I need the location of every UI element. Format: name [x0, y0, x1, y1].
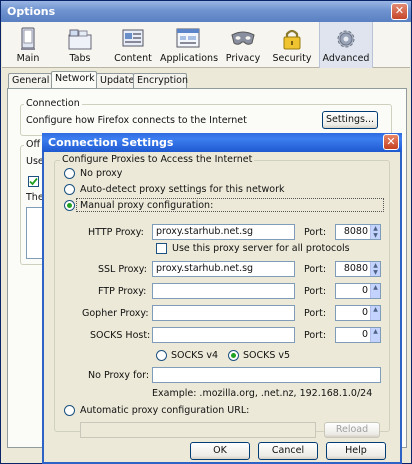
reload-button[interactable]: Reload [324, 422, 380, 438]
window-title: Options [7, 5, 56, 18]
toolbar-security[interactable]: Security [269, 22, 315, 68]
dialog-title: Connection Settings [48, 136, 174, 149]
socks-host-label: SOCKS Host: [90, 330, 151, 341]
auto-config-radio[interactable] [64, 405, 75, 416]
ssl-port-input[interactable]: 8080 ▲ ▼ [335, 261, 381, 277]
use-for-all-label[interactable]: Use this proxy server for all protocols [172, 243, 350, 254]
help-button[interactable]: Help [326, 442, 386, 460]
cancel-button[interactable]: Cancel [258, 442, 318, 460]
subtab-network[interactable]: Network [51, 71, 97, 88]
socks-port-input[interactable]: 0 ▲ [335, 327, 381, 343]
ssl-port-spinner[interactable]: ▲ ▼ [370, 262, 380, 276]
auto-config-url-input[interactable] [80, 422, 316, 438]
dialog-close-button[interactable]: ✕ [383, 134, 399, 150]
proxy-group-title: Configure Proxies to Access the Internet [60, 154, 255, 165]
use-for-all-checkbox[interactable] [156, 243, 167, 254]
socks-v5-radio[interactable] [228, 350, 239, 361]
applications-icon [176, 28, 200, 48]
ssl-proxy-label: SSL Proxy: [98, 264, 147, 275]
ftp-port-spinner[interactable]: ▲ [370, 284, 380, 298]
ftp-proxy-label: FTP Proxy: [98, 286, 147, 297]
ftp-proxy-input[interactable] [152, 283, 295, 299]
offline-checkbox[interactable] [28, 176, 39, 187]
http-proxy-input[interactable]: proxy.starhub.net.sg [152, 224, 295, 240]
http-proxy-label: HTTP Proxy: [88, 227, 144, 238]
options-toolbar: Main Tabs Content Applications Privacy S… [2, 22, 410, 68]
settings-button[interactable]: Settings... [322, 111, 378, 129]
subtab-encryption[interactable]: Encryption [133, 73, 188, 88]
toolbar-applications[interactable]: Applications [160, 22, 218, 68]
content-icon [122, 29, 144, 47]
subtab-update[interactable]: Update [96, 73, 134, 88]
ssl-proxy-input[interactable]: proxy.starhub.net.sg [152, 261, 295, 277]
manual-proxy-label[interactable]: Manual proxy configuration: [80, 200, 213, 211]
socks-v4-label[interactable]: SOCKS v4 [171, 350, 218, 361]
connection-settings-dialog: Connection Settings ✕ Configure Proxies … [42, 133, 402, 464]
no-proxy-radio[interactable] [64, 168, 75, 179]
connection-group-title: Connection [24, 98, 82, 109]
security-icon [283, 29, 301, 50]
gopher-port-spinner[interactable]: ▲ [370, 306, 380, 320]
no-proxy-label[interactable]: No proxy [80, 168, 122, 179]
toolbar-tabs[interactable]: Tabs [60, 22, 100, 68]
gopher-port-label: Port: [304, 308, 327, 319]
ssl-port-label: Port: [304, 264, 327, 275]
checkmark-icon [29, 177, 38, 186]
no-proxy-example: Example: .mozilla.org, .net.nz, 192.168.… [152, 388, 373, 399]
ftp-port-label: Port: [304, 286, 327, 297]
auto-detect-label[interactable]: Auto-detect proxy settings for this netw… [80, 184, 285, 195]
socks-v5-label[interactable]: SOCKS v5 [243, 350, 290, 361]
auto-detect-radio[interactable] [64, 184, 75, 195]
manual-proxy-radio[interactable] [64, 200, 75, 211]
gopher-proxy-label: Gopher Proxy: [82, 308, 149, 319]
gopher-proxy-input[interactable] [152, 305, 295, 321]
toolbar-main[interactable]: Main [8, 22, 48, 68]
toolbar-advanced[interactable]: Advanced [319, 22, 373, 68]
privacy-icon [231, 31, 255, 45]
http-port-input[interactable]: 8080 ▲ ▼ [335, 224, 381, 240]
ftp-port-input[interactable]: 0 ▲ [335, 283, 381, 299]
auto-config-label[interactable]: Automatic proxy configuration URL: [80, 405, 249, 416]
toolbar-privacy[interactable]: Privacy [221, 22, 265, 68]
tabs-icon [68, 29, 92, 50]
no-proxy-for-label: No Proxy for: [88, 370, 150, 381]
dialog-body: Configure Proxies to Access the Internet… [44, 152, 400, 462]
toolbar-content[interactable]: Content [108, 22, 158, 68]
connection-description: Configure how Firefox connects to the In… [26, 115, 247, 126]
window-close-button[interactable]: ✕ [391, 3, 408, 20]
options-titlebar: Options ✕ [1, 1, 411, 22]
socks-port-spinner[interactable]: ▲ [370, 328, 380, 342]
socks-host-input[interactable] [152, 327, 295, 343]
offline-group-title: Off [24, 139, 43, 150]
socks-port-label: Port: [304, 330, 327, 341]
http-port-label: Port: [304, 227, 327, 238]
gopher-port-input[interactable]: 0 ▲ [335, 305, 381, 321]
dialog-titlebar: Connection Settings ✕ [42, 133, 402, 152]
no-proxy-for-input[interactable] [152, 367, 381, 383]
main-icon [21, 27, 35, 50]
http-port-spinner[interactable]: ▲ ▼ [370, 225, 380, 239]
ok-button[interactable]: OK [190, 442, 250, 460]
socks-v4-radio[interactable] [156, 350, 167, 361]
advanced-icon [337, 30, 355, 48]
subtab-general[interactable]: General [8, 73, 52, 88]
